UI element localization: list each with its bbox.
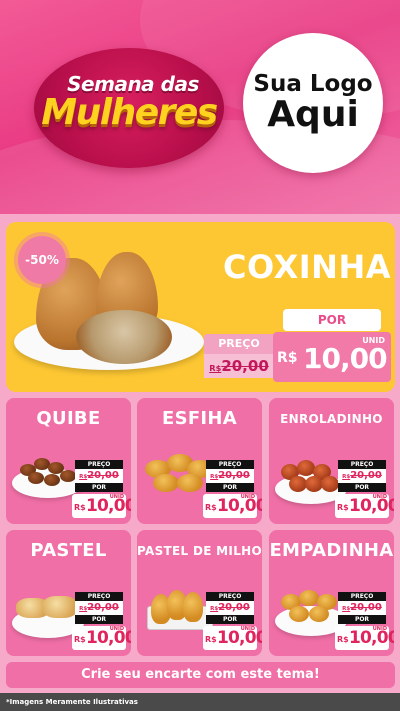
old-price: R$20,00 xyxy=(338,601,386,615)
por-label: POR xyxy=(338,615,386,624)
new-price: R$ 10,00 UNID xyxy=(72,626,131,650)
create-flyer-cta-button[interactable]: Crie seu encarte com este tema! xyxy=(6,662,395,688)
preco-label: PREÇO xyxy=(338,592,386,601)
preco-label: PREÇO xyxy=(204,334,274,354)
preco-label: PREÇO xyxy=(206,460,254,469)
por-label: POR xyxy=(75,615,123,624)
product-card-enroladinho[interactable]: ENROLADINHO PREÇO R$20,00 POR R$ 10,00 U… xyxy=(269,398,394,524)
featured-product-name: COXINHA xyxy=(223,248,391,286)
disclaimer-footer: *Imagens Meramente Ilustrativas xyxy=(0,693,400,711)
logo-text-line1: Sua Logo xyxy=(253,71,373,98)
product-card-pastel-de-milho[interactable]: PASTEL DE MILHO PREÇO R$20,00 POR R$ 10,… xyxy=(137,530,262,656)
logo-placeholder[interactable]: Sua Logo Aqui xyxy=(243,33,383,173)
product-name: QUIBE xyxy=(36,408,101,429)
old-price-currency: R$ xyxy=(209,363,222,373)
logo-text-line2: Aqui xyxy=(267,94,359,136)
product-card-esfiha[interactable]: ESFIHA PREÇO R$20,00 POR R$ 10,00 UNID xyxy=(137,398,262,524)
new-price: UNID R$ 10,00 xyxy=(273,332,391,382)
featured-product-card[interactable]: -50% COXINHA POR PREÇO R$20,00 UNID R$ 1… xyxy=(6,222,395,392)
product-name: PASTEL DE MILHO xyxy=(137,544,262,558)
old-price-box: PREÇO R$20,00 POR xyxy=(206,460,254,492)
quibe-image xyxy=(12,444,84,502)
old-price: R$20,00 xyxy=(75,469,123,483)
pastel-de-milho-image xyxy=(143,576,213,634)
new-price: R$ 10,00 UNID xyxy=(72,494,131,518)
por-label: POR xyxy=(283,309,381,331)
product-card-pastel[interactable]: PASTEL PREÇO R$20,00 POR R$ 10,00 UNID xyxy=(6,530,131,656)
product-name: ESFIHA xyxy=(161,408,238,429)
old-price: R$20,00 xyxy=(206,601,254,615)
old-price-value: 20,00 xyxy=(221,357,269,375)
new-price: R$ 10,00 UNID xyxy=(203,626,262,650)
old-price-box: PREÇO R$20,00 POR xyxy=(338,460,386,492)
por-label: POR xyxy=(206,483,254,492)
preco-label: PREÇO xyxy=(338,460,386,469)
preco-label: PREÇO xyxy=(75,592,123,601)
campaign-title-line2: Mulheres xyxy=(41,92,218,133)
old-price-box: PREÇO R$20,00 POR xyxy=(75,460,123,492)
new-price: R$ 10,00 UNID xyxy=(203,494,262,518)
preco-label: PREÇO xyxy=(75,460,123,469)
preco-label: PREÇO xyxy=(206,592,254,601)
new-price: R$ 10,00 UNID xyxy=(335,494,394,518)
old-price: R$20,00 xyxy=(204,354,274,378)
old-price-box: PREÇO R$20,00 POR xyxy=(75,592,123,624)
old-price: R$20,00 xyxy=(338,469,386,483)
pastel-image xyxy=(12,576,84,638)
enroladinho-image xyxy=(275,444,347,504)
product-name: EMPADINHA xyxy=(269,540,394,561)
discount-badge: -50% xyxy=(18,236,66,284)
product-name: ENROLADINHO xyxy=(280,412,383,426)
por-label: POR xyxy=(338,483,386,492)
product-name: PASTEL xyxy=(30,540,107,561)
empadinha-image xyxy=(275,576,347,636)
esfiha-image xyxy=(143,444,213,502)
old-price: R$20,00 xyxy=(75,601,123,615)
old-price: R$20,00 xyxy=(206,469,254,483)
por-label: POR xyxy=(206,615,254,624)
old-price-box: PREÇO R$20,00 POR xyxy=(206,592,254,624)
por-label: POR xyxy=(75,483,123,492)
new-price-value: 10,00 xyxy=(303,342,388,375)
old-price-box: PREÇO R$20,00 POR xyxy=(338,592,386,624)
product-card-empadinha[interactable]: EMPADINHA PREÇO R$20,00 POR R$ 10,00 UNI… xyxy=(269,530,394,656)
product-card-quibe[interactable]: QUIBE PREÇO R$20,00 POR R$ 10,00 UNID xyxy=(6,398,131,524)
new-price: R$ 10,00 UNID xyxy=(335,626,394,650)
currency-label: R$ xyxy=(277,350,298,366)
header-banner: Semana das Mulheres Sua Logo Aqui xyxy=(0,0,400,214)
coxinha-cut-image xyxy=(76,310,172,364)
